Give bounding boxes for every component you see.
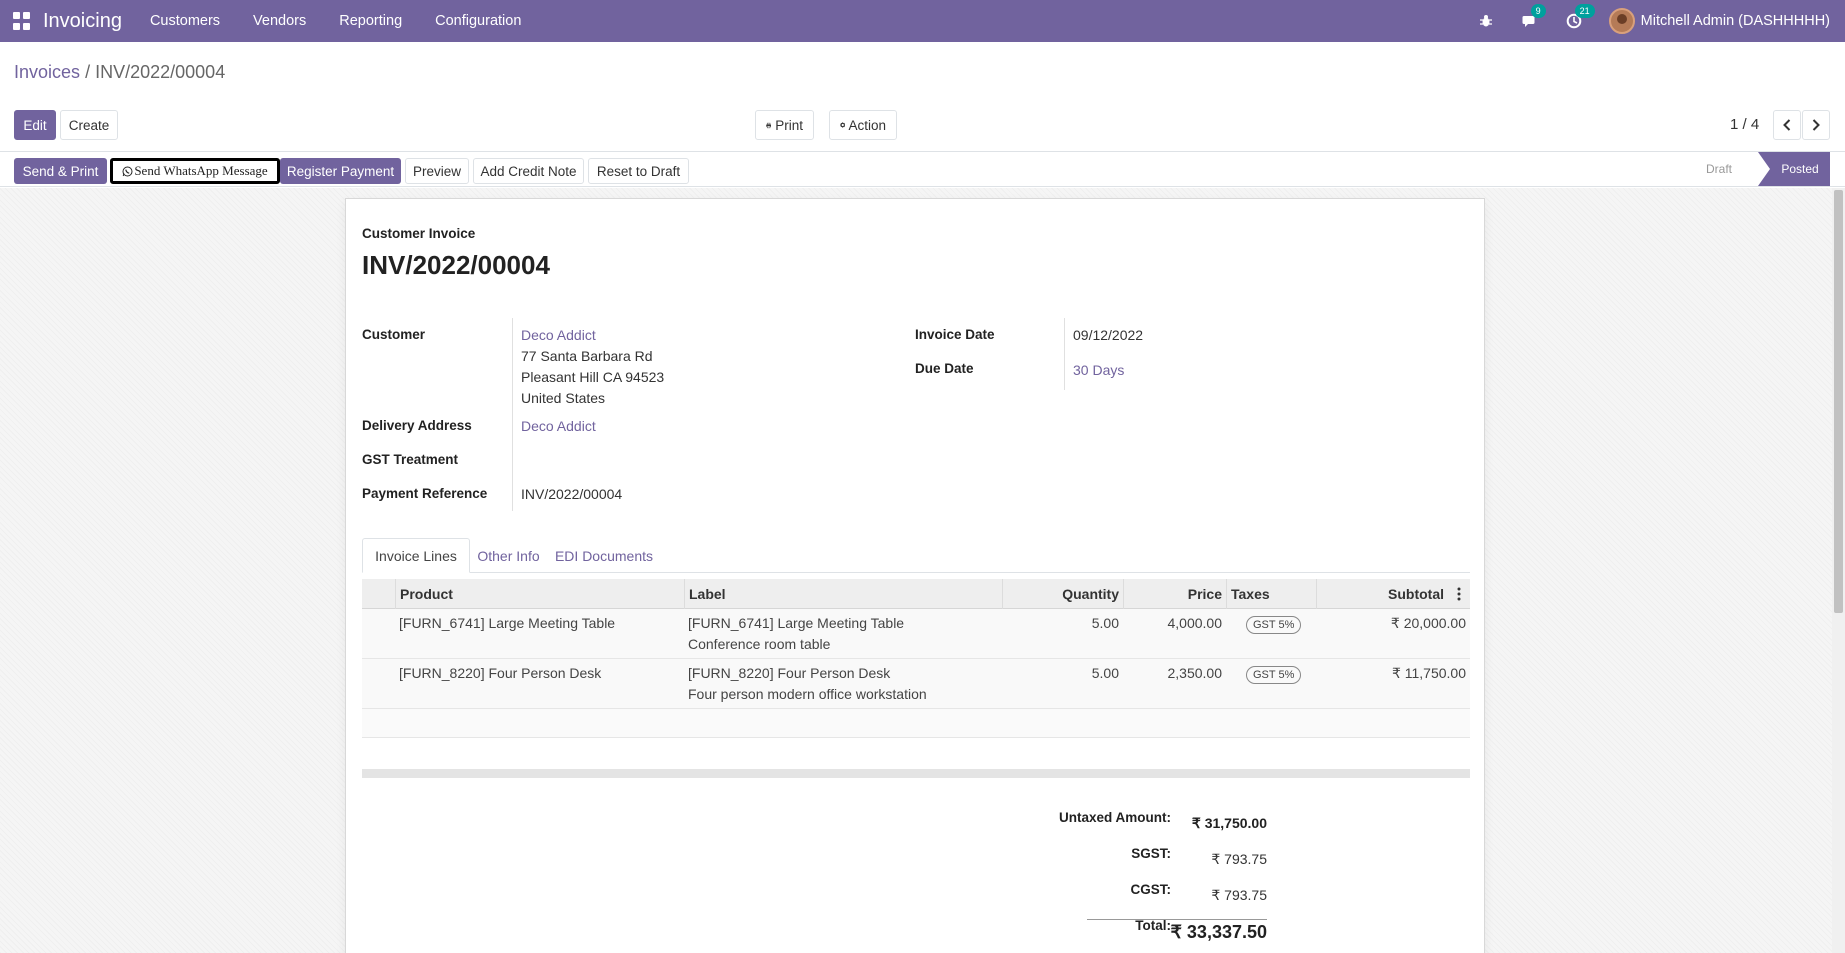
row-quantity: 5.00 <box>1091 665 1119 681</box>
register-payment-button[interactable]: Register Payment <box>280 158 401 184</box>
menu-vendors[interactable]: Vendors <box>253 13 306 29</box>
row-label-line1: [FURN_8220] Four Person Desk <box>688 665 891 681</box>
whatsapp-icon <box>122 166 133 176</box>
edit-button[interactable]: Edit <box>14 110 56 140</box>
apps-menu-icon[interactable] <box>13 12 31 30</box>
row-product: [FURN_8220] Four Person Desk <box>399 665 602 681</box>
row-price: 4,000.00 <box>1167 615 1223 631</box>
invoice-sheet: Customer Invoice INV/2022/00004 Customer… <box>345 198 1485 953</box>
tax-badge: GST 5% <box>1246 666 1302 684</box>
create-button[interactable]: Create <box>60 110 118 140</box>
delivery-address-link[interactable]: Deco Addict <box>521 416 596 437</box>
add-credit-note-button[interactable]: Add Credit Note <box>473 158 584 184</box>
bug-icon[interactable] <box>1477 12 1495 30</box>
printer-icon <box>766 122 771 128</box>
preview-button[interactable]: Preview <box>405 158 469 184</box>
row-subtotal: ₹ 20,000.00 <box>1390 615 1466 631</box>
document-type: Customer Invoice <box>362 226 476 241</box>
tax-badge: GST 5% <box>1246 616 1302 634</box>
form-content-area: Customer Invoice INV/2022/00004 Customer… <box>0 188 1832 953</box>
breadcrumb-current: INV/2022/00004 <box>95 62 226 82</box>
pager-next-button[interactable] <box>1802 110 1830 140</box>
top-navbar: Invoicing Customers Vendors Reporting Co… <box>0 0 1845 42</box>
breadcrumb-separator: / <box>85 62 91 82</box>
gst-treatment-label: GST Treatment <box>362 452 459 467</box>
menu-reporting[interactable]: Reporting <box>339 13 402 29</box>
column-taxes[interactable]: Taxes <box>1226 579 1316 609</box>
row-price: 2,350.00 <box>1167 665 1223 681</box>
tab-other-info[interactable]: Other Info <box>470 538 547 573</box>
table-row[interactable]: [FURN_8220] Four Person Desk [FURN_8220]… <box>362 659 1470 709</box>
field-divider <box>1064 318 1065 390</box>
payment-reference-value: INV/2022/00004 <box>521 486 623 502</box>
print-button[interactable]: Print <box>755 110 814 140</box>
empty-table-row <box>362 709 1470 738</box>
delivery-address-label: Delivery Address <box>362 418 472 433</box>
cgst-value: ₹ 793.75 <box>1211 887 1267 903</box>
send-whatsapp-button[interactable]: Send WhatsApp Message <box>110 158 280 184</box>
row-label-line2: Conference room table <box>688 636 831 652</box>
messages-icon[interactable]: 9 <box>1521 4 1546 30</box>
activities-clock-icon[interactable]: 21 <box>1565 4 1595 30</box>
table-header: Product Label Quantity Price Taxes Subto… <box>362 579 1470 609</box>
pager-value[interactable]: 1 / 4 <box>1730 116 1759 133</box>
chevron-right-icon <box>1812 119 1820 131</box>
column-quantity[interactable]: Quantity <box>1002 579 1123 609</box>
navbar-systray: 9 21 Mitchell Admin (DASHHHHH) <box>1477 0 1845 42</box>
action-button[interactable]: Action <box>829 110 897 140</box>
menu-configuration[interactable]: Configuration <box>435 13 521 29</box>
customer-street: 77 Santa Barbara Rd <box>521 348 653 364</box>
breadcrumb: Invoices / INV/2022/00004 <box>14 62 225 83</box>
tab-edi-documents[interactable]: EDI Documents <box>547 538 661 573</box>
notebook-tabs: Invoice Lines Other Info EDI Documents <box>362 538 1470 573</box>
send-whatsapp-label: Send WhatsApp Message <box>134 163 268 178</box>
user-avatar[interactable] <box>1608 8 1635 34</box>
state-draft: Draft <box>1705 162 1732 176</box>
pager-previous-button[interactable] <box>1773 110 1801 140</box>
state-posted: Posted <box>1758 152 1830 186</box>
invoice-number: INV/2022/00004 <box>362 250 550 280</box>
customer-label: Customer <box>362 327 426 342</box>
sgst-value: ₹ 793.75 <box>1211 851 1267 867</box>
payment-reference-label: Payment Reference <box>362 486 488 501</box>
form-statusbar: Send & Print Send WhatsApp Message Regis… <box>0 151 1845 187</box>
column-price[interactable]: Price <box>1123 579 1226 609</box>
field-divider <box>512 318 513 511</box>
user-menu[interactable]: Mitchell Admin (DASHHHHH) <box>1641 13 1830 29</box>
customer-link[interactable]: Deco Addict <box>521 325 596 346</box>
tab-invoice-lines[interactable]: Invoice Lines <box>362 538 470 573</box>
column-product[interactable]: Product <box>395 579 684 609</box>
column-label[interactable]: Label <box>684 579 1002 609</box>
send-print-button[interactable]: Send & Print <box>14 158 107 184</box>
gear-icon <box>840 122 846 128</box>
due-date-link[interactable]: 30 Days <box>1073 360 1124 381</box>
row-label-line1: [FURN_6741] Large Meeting Table <box>688 615 905 631</box>
menu-customers[interactable]: Customers <box>150 13 220 29</box>
invoice-date-value: 09/12/2022 <box>1073 327 1144 343</box>
total-value: ₹ 33,337.50 <box>1087 919 1267 943</box>
messages-badge: 9 <box>1530 4 1546 18</box>
customer-country: United States <box>521 390 606 406</box>
row-subtotal: ₹ 11,750.00 <box>1391 665 1466 681</box>
scrollbar-thumb[interactable] <box>1834 190 1843 613</box>
app-name[interactable]: Invoicing <box>43 10 122 33</box>
invoice-date-label: Invoice Date <box>915 327 995 342</box>
customer-city: Pleasant Hill CA 94523 <box>521 369 665 385</box>
optional-columns-icon[interactable] <box>1457 587 1461 604</box>
column-subtotal[interactable]: Subtotal <box>1316 579 1470 609</box>
breadcrumb-invoices-link[interactable]: Invoices <box>14 62 80 82</box>
row-quantity: 5.00 <box>1091 615 1119 631</box>
due-date-label: Due Date <box>915 361 974 376</box>
chevron-left-icon <box>1783 119 1791 131</box>
untaxed-amount-value: ₹ 31,750.00 <box>1191 815 1267 831</box>
activities-badge: 21 <box>1574 4 1595 18</box>
reset-to-draft-button[interactable]: Reset to Draft <box>588 158 689 184</box>
table-row[interactable]: [FURN_6741] Large Meeting Table [FURN_67… <box>362 609 1470 659</box>
row-label-line2: Four person modern office workstation <box>688 686 927 702</box>
action-label: Action <box>848 117 886 133</box>
row-product: [FURN_6741] Large Meeting Table <box>399 615 616 631</box>
page-scrollbar[interactable] <box>1832 188 1845 953</box>
section-separator <box>362 769 1470 778</box>
print-label: Print <box>775 117 803 133</box>
